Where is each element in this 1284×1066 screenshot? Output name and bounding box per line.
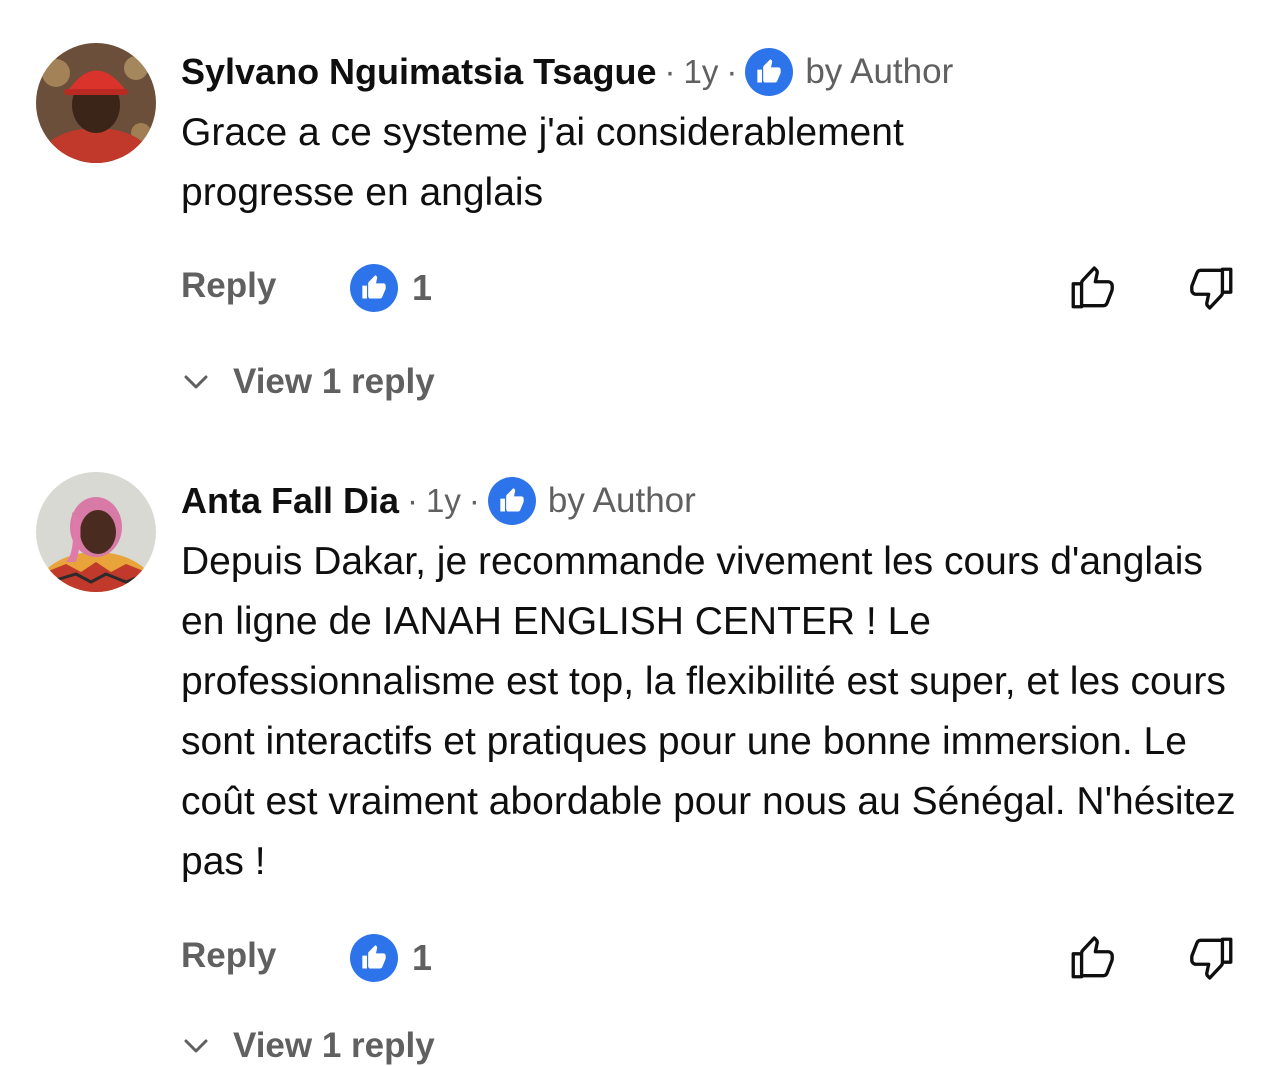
thumbs-down-outline-icon [1190, 937, 1233, 980]
like-count: 1 [412, 267, 433, 308]
reply-button[interactable]: Reply [181, 936, 276, 976]
comment-text: Depuis Dakar, je recommande vivement les… [181, 540, 1236, 883]
avatar-image [36, 43, 156, 163]
like-button[interactable] [1062, 928, 1122, 988]
comment-actions: Reply 1 [0, 258, 1284, 318]
like-summary: 1 [350, 934, 432, 982]
liked-by-author-label: by Author [805, 52, 954, 91]
reply-button[interactable]: Reply [181, 266, 276, 306]
author-name[interactable]: Anta Fall Dia [181, 480, 399, 522]
liked-by-author-label: by Author [547, 481, 696, 520]
thumbs-up-icon [350, 934, 398, 982]
comment-2: Anta Fall Dia · 1y · by Author Depuis Da… [0, 430, 1284, 1065]
comment-actions: Reply 1 [0, 928, 1284, 988]
thumbs-up-outline-icon [1071, 936, 1114, 979]
separator: · [407, 482, 419, 519]
separator: · [726, 53, 738, 90]
chevron-down-icon [184, 1039, 208, 1053]
timestamp[interactable]: 1y [683, 53, 718, 91]
avatar[interactable] [36, 43, 156, 163]
avatar[interactable] [36, 472, 156, 592]
thumbs-up-icon [487, 477, 536, 525]
comment-1: Sylvano Nguimatsia Tsague · 1y · by Auth… [0, 0, 1284, 430]
dislike-button[interactable] [1182, 928, 1242, 988]
like-count: 1 [412, 937, 433, 978]
separator: · [468, 482, 480, 519]
comment-text: Grace a ce systeme j'ai considerablement… [181, 111, 904, 214]
thumbs-up-outline-icon [1071, 266, 1114, 309]
comment-header: Anta Fall Dia · 1y · by Author [181, 471, 696, 531]
view-replies-label: View 1 reply [233, 362, 435, 401]
dislike-button[interactable] [1182, 258, 1242, 318]
comment-header: Sylvano Nguimatsia Tsague · 1y · by Auth… [181, 42, 953, 102]
like-summary: 1 [350, 264, 432, 312]
view-replies-button[interactable]: View 1 reply [181, 1026, 435, 1066]
like-button[interactable] [1062, 258, 1122, 318]
author-name[interactable]: Sylvano Nguimatsia Tsague [181, 51, 656, 93]
avatar-image [36, 472, 156, 592]
timestamp[interactable]: 1y [426, 482, 461, 520]
thumbs-up-icon [350, 264, 398, 312]
view-replies-button[interactable]: View 1 reply [181, 362, 435, 402]
thumbs-up-icon [745, 48, 794, 96]
view-replies-label: View 1 reply [233, 1026, 435, 1065]
separator: · [664, 53, 676, 90]
thumbs-down-outline-icon [1190, 267, 1233, 310]
chevron-down-icon [184, 375, 208, 389]
